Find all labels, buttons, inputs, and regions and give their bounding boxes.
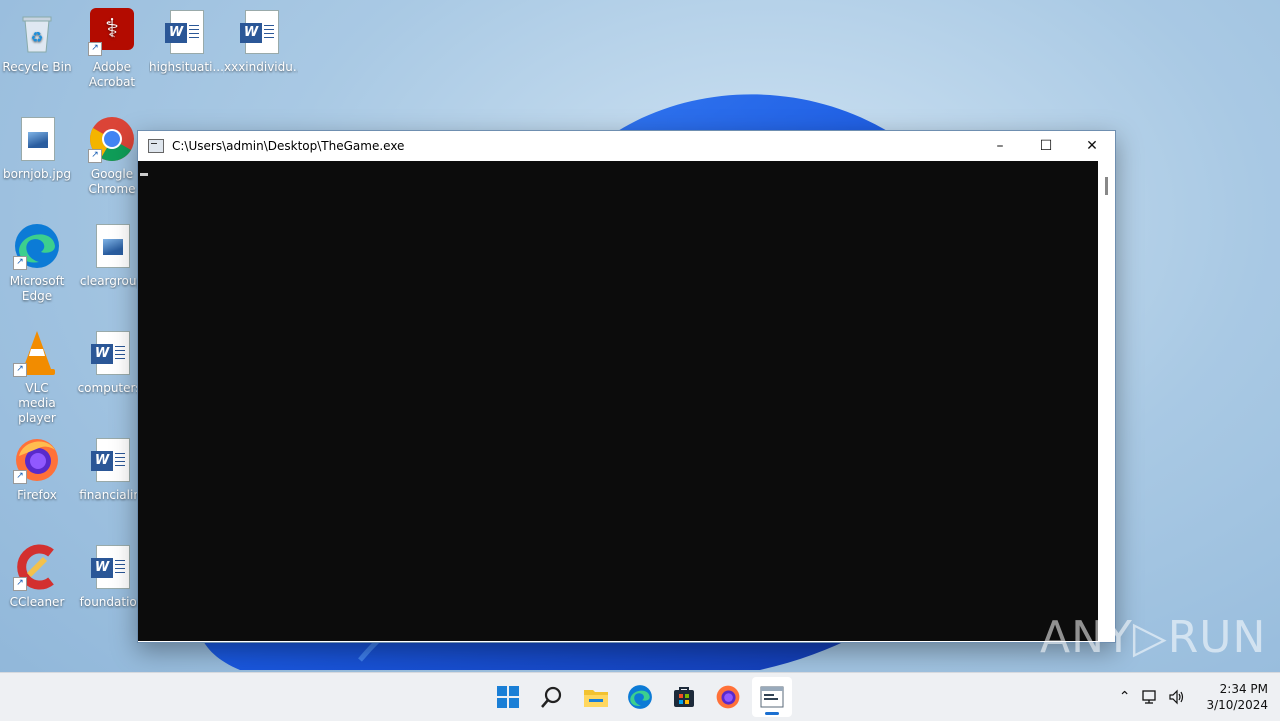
shortcut-arrow-icon: ↗ bbox=[13, 577, 27, 591]
desktop-icon-firefox[interactable]: ↗ Firefox bbox=[0, 436, 74, 503]
desktop-icon-highsituation-doc[interactable]: W highsituati... bbox=[149, 8, 223, 75]
desktop-icon-microsoft-edge[interactable]: ↗ Microsoft Edge bbox=[0, 222, 74, 304]
vertical-scrollbar[interactable] bbox=[1098, 161, 1115, 641]
maximize-button[interactable]: ☐ bbox=[1023, 131, 1069, 161]
network-icon[interactable] bbox=[1140, 689, 1158, 705]
start-button[interactable] bbox=[488, 677, 528, 717]
search-icon bbox=[541, 686, 562, 708]
word-document-icon: W bbox=[162, 8, 210, 56]
clock-time: 2:34 PM bbox=[1219, 682, 1268, 696]
taskbar-edge[interactable] bbox=[620, 677, 660, 717]
taskbar: ⌃ 2:34 PM 3/10/2024 bbox=[0, 672, 1280, 721]
search-button[interactable] bbox=[532, 677, 572, 717]
shortcut-arrow-icon: ↗ bbox=[13, 363, 27, 377]
word-document-icon: W bbox=[88, 436, 136, 484]
volume-icon[interactable] bbox=[1168, 689, 1186, 705]
console-app-icon bbox=[760, 686, 784, 708]
edge-icon bbox=[628, 685, 652, 709]
desktop-icon-recycle-bin[interactable]: ♻ Recycle Bin bbox=[0, 8, 74, 75]
adobe-acrobat-icon: ⚕ ↗ bbox=[88, 8, 136, 56]
desktop-icon-label: Recycle Bin bbox=[2, 60, 72, 74]
desktop-icon-ccleaner[interactable]: ↗ CCleaner bbox=[0, 543, 74, 610]
text-cursor bbox=[140, 173, 148, 176]
image-file-icon bbox=[88, 222, 136, 270]
taskbar-firefox[interactable] bbox=[708, 677, 748, 717]
recycle-bin-icon: ♻ bbox=[13, 8, 61, 56]
firefox-icon bbox=[716, 685, 740, 709]
window-titlebar[interactable]: C:\Users\admin\Desktop\TheGame.exe – ☐ ✕ bbox=[138, 131, 1115, 161]
minimize-button[interactable]: – bbox=[977, 131, 1023, 161]
system-tray: ⌃ 2:34 PM 3/10/2024 bbox=[1119, 673, 1268, 721]
vlc-icon: ↗ bbox=[13, 329, 61, 377]
desktop-icon-bornjob-jpg[interactable]: bornjob.jpg bbox=[0, 115, 74, 182]
start-icon bbox=[497, 686, 519, 708]
taskbar-apps bbox=[488, 677, 792, 717]
shortcut-arrow-icon: ↗ bbox=[88, 42, 102, 56]
taskbar-file-explorer[interactable] bbox=[576, 677, 616, 717]
file-explorer-icon bbox=[584, 690, 608, 707]
desktop-icon-label: VLC media player bbox=[18, 381, 56, 425]
word-document-icon: W bbox=[88, 329, 136, 377]
image-file-icon bbox=[13, 115, 61, 163]
desktop-icon-label: CCleaner bbox=[9, 595, 65, 609]
word-document-icon: W bbox=[237, 8, 285, 56]
store-icon bbox=[674, 687, 694, 707]
shortcut-arrow-icon: ↗ bbox=[88, 149, 102, 163]
firefox-icon: ↗ bbox=[13, 436, 61, 484]
chevron-up-icon[interactable]: ⌃ bbox=[1119, 689, 1131, 705]
taskbar-console[interactable] bbox=[752, 677, 792, 717]
scrollbar-thumb[interactable] bbox=[1105, 177, 1108, 195]
desktop-icon-label: Firefox bbox=[17, 488, 57, 502]
desktop-icon-label: bornjob.jpg bbox=[3, 167, 71, 181]
svg-text:♻: ♻ bbox=[31, 30, 44, 46]
desktop-icon-xxxindividual-doc[interactable]: W xxxindividu... bbox=[224, 8, 298, 75]
console-app-icon bbox=[148, 139, 164, 153]
shortcut-arrow-icon: ↗ bbox=[13, 470, 27, 484]
word-document-icon: W bbox=[88, 543, 136, 591]
anyrun-watermark: ANY▷RUN bbox=[1040, 612, 1267, 663]
clock-date: 3/10/2024 bbox=[1206, 698, 1268, 712]
desktop-icon-label: xxxindividu... bbox=[224, 60, 298, 74]
taskbar-clock[interactable]: 2:34 PM 3/10/2024 bbox=[1206, 681, 1268, 713]
close-button[interactable]: ✕ bbox=[1069, 131, 1115, 161]
desktop-icon-label: Microsoft Edge bbox=[9, 274, 65, 303]
desktop-icon-label: Adobe Acrobat bbox=[88, 60, 136, 89]
edge-icon: ↗ bbox=[13, 222, 61, 270]
desktop-icon-label: highsituati... bbox=[149, 60, 223, 74]
ccleaner-icon: ↗ bbox=[13, 543, 61, 591]
chrome-icon: ↗ bbox=[88, 115, 136, 163]
console-output-area[interactable] bbox=[138, 161, 1098, 641]
window-title: C:\Users\admin\Desktop\TheGame.exe bbox=[172, 139, 405, 153]
desktop-icon-vlc[interactable]: ↗ VLC media player bbox=[0, 329, 74, 426]
taskbar-store[interactable] bbox=[664, 677, 704, 717]
shortcut-arrow-icon: ↗ bbox=[13, 256, 27, 270]
console-window[interactable]: C:\Users\admin\Desktop\TheGame.exe – ☐ ✕ bbox=[137, 130, 1116, 643]
desktop-icon-adobe-acrobat[interactable]: ⚕ ↗ Adobe Acrobat bbox=[75, 8, 149, 90]
